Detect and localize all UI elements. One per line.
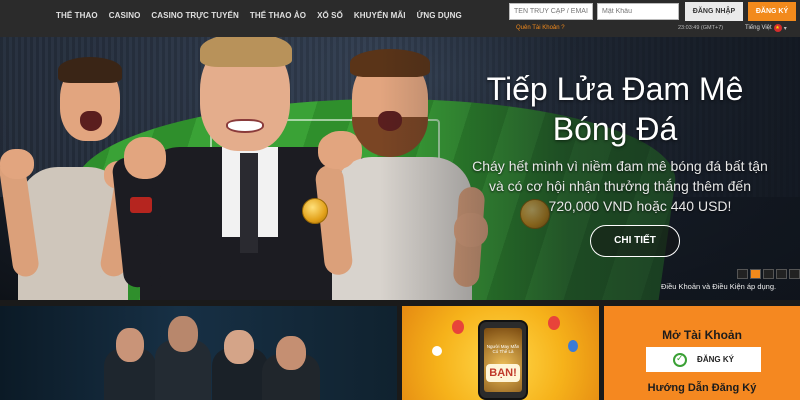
hero-subtitle-line-1: Cháy hết mình vì niềm đam mê bóng đá bất…: [472, 158, 768, 174]
hero-subtitle: Cháy hết mình vì niềm đam mê bóng đá bất…: [470, 156, 770, 216]
open-account-tile: Mở Tài Khoản ĐĂNG KÝ Hướng Dẫn Đăng Ký: [604, 306, 800, 400]
nav-item-app[interactable]: ỨNG DỤNG: [417, 11, 462, 20]
carousel-dot[interactable]: [750, 269, 761, 279]
login-area: ĐĂNG NHẬP ĐĂNG KÝ Quên Tài Khoản ? 23:03…: [500, 0, 800, 37]
carousel-dot[interactable]: [776, 269, 787, 279]
register-tile-button[interactable]: ĐĂNG KÝ: [646, 347, 761, 372]
lucky-winner-promo-tile[interactable]: Người May Mắn Có Thể Là BẠN!: [402, 306, 599, 400]
nav-item-casino[interactable]: CASINO: [109, 11, 141, 20]
details-button[interactable]: CHI TIẾT: [590, 225, 680, 257]
hero-subtitle-line-2: và có cơ hội nhận thưởng thắng thêm đến: [488, 178, 751, 194]
forgot-account-link[interactable]: Quên Tài Khoản ?: [516, 25, 565, 31]
open-account-title: Mở Tài Khoản: [662, 328, 742, 342]
register-button[interactable]: ĐĂNG KÝ: [748, 2, 796, 21]
phone-illustration: Người May Mắn Có Thể Là BẠN!: [478, 320, 528, 400]
chevron-down-icon: ▾: [783, 25, 787, 32]
balloon-icon: [548, 316, 560, 330]
check-circle-icon: [673, 352, 688, 367]
nav-item-virtual-sports[interactable]: THỂ THAO ẢO: [250, 11, 306, 20]
top-bar: THỂ THAO CASINO CASINO TRỰC TUYẾN THỂ TH…: [0, 0, 800, 37]
nav-item-sports[interactable]: THỂ THAO: [56, 11, 98, 20]
carousel-dot[interactable]: [763, 269, 774, 279]
username-input[interactable]: [509, 3, 593, 20]
phone-screen-text: Người May Mắn Có Thể Là: [486, 344, 520, 354]
password-input[interactable]: [597, 3, 679, 20]
balloon-icon: [452, 320, 464, 334]
watch-strap: [130, 197, 152, 213]
language-selector[interactable]: Tiếng Việt ▾: [745, 24, 787, 32]
manager-head: [168, 316, 198, 352]
hero-subtitle-line-3: 720,000 VND hoặc 440 USD!: [548, 198, 732, 214]
clock-text: 23:03:49 (GMT+7): [678, 25, 724, 31]
carousel-dots: [737, 269, 800, 279]
vietnam-flag-icon: [773, 24, 782, 32]
register-guide-title[interactable]: Hướng Dẫn Đăng Ký: [604, 382, 800, 394]
hero-title-line-2: Bóng Đá: [552, 111, 678, 147]
phone-banner-text: BẠN!: [486, 364, 520, 382]
login-button[interactable]: ĐĂNG NHẬP: [685, 2, 743, 21]
balloon-icon: [568, 340, 578, 352]
managers-promo-tile[interactable]: [0, 306, 397, 400]
carousel-dot[interactable]: [737, 269, 748, 279]
page: THỂ THAO CASINO CASINO TRỰC TUYẾN THỂ TH…: [0, 0, 800, 400]
language-label: Tiếng Việt: [745, 25, 772, 31]
nav-item-lottery[interactable]: XỔ SỐ: [317, 11, 343, 20]
register-tile-label: ĐĂNG KÝ: [697, 355, 734, 364]
nav-item-promotions[interactable]: KHUYẾN MÃI: [354, 11, 406, 20]
nav-item-live-casino[interactable]: CASINO TRỰC TUYẾN: [151, 11, 238, 20]
hero-title-line-1: Tiếp Lửa Đam Mê: [486, 71, 744, 107]
manager-head: [116, 328, 144, 362]
manager-head: [224, 330, 254, 364]
manager-head: [276, 336, 306, 370]
gold-coin-icon: [302, 198, 328, 224]
main-nav: THỂ THAO CASINO CASINO TRỰC TUYẾN THỂ TH…: [56, 0, 473, 30]
terms-link[interactable]: Điều Khoản và Điều Kiện áp dụng.: [661, 282, 776, 291]
carousel-dot[interactable]: [789, 269, 800, 279]
hero-title: Tiếp Lửa Đam Mê Bóng Đá: [470, 69, 760, 149]
balloon-icon: [432, 346, 442, 356]
hero-banner[interactable]: Tiếp Lửa Đam Mê Bóng Đá Cháy hết mình vì…: [0, 37, 800, 300]
